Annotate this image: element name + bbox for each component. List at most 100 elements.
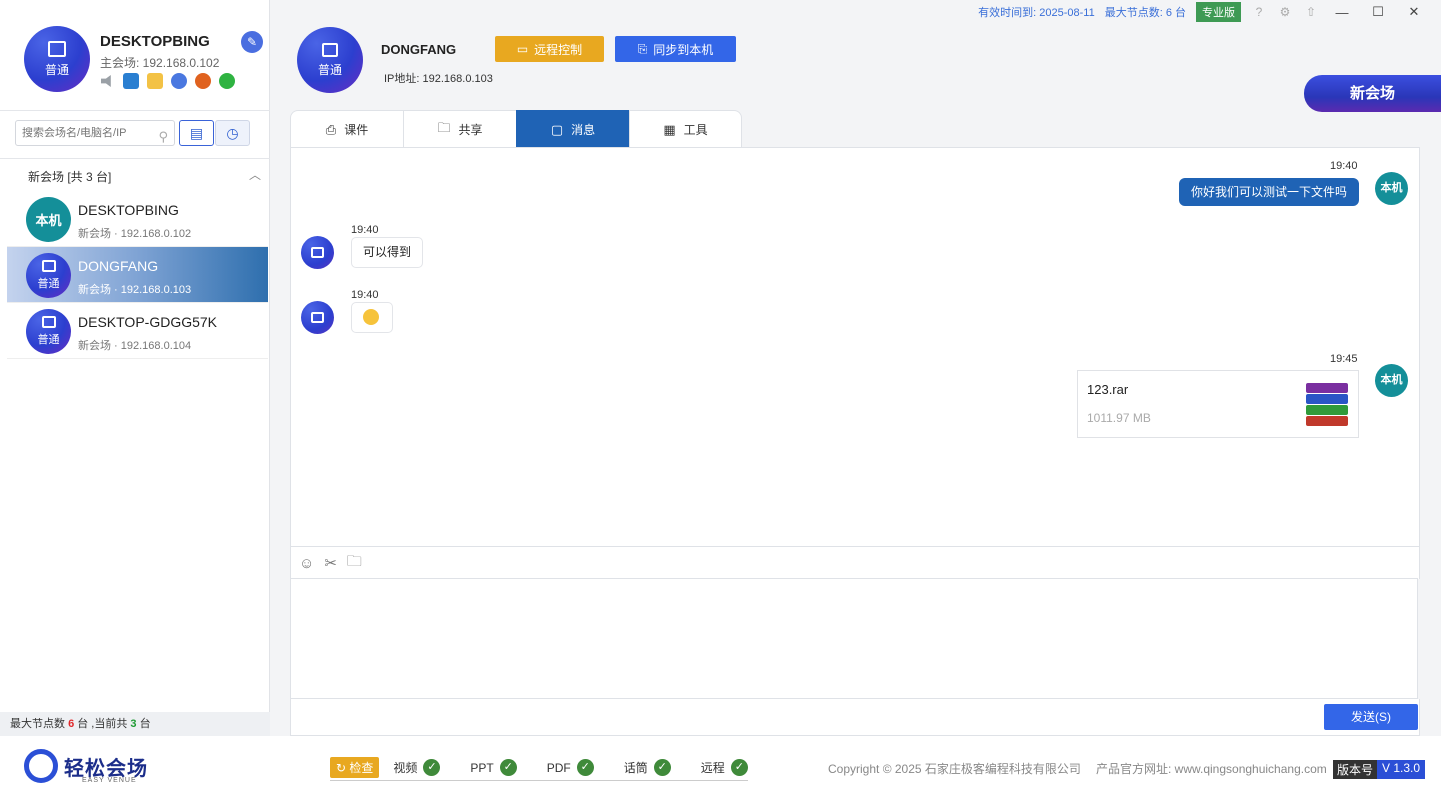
device-item[interactable]: 普通 DESKTOP-GDGG57K 新会场 · 192.168.0.104	[7, 303, 268, 359]
list-view-button[interactable]: ▤	[179, 120, 214, 146]
tab-bar: ⎙ 课件 🗀 共享 ▢ 消息 ▦ 工具	[290, 110, 742, 148]
check-item-mic: 话筒 ✓	[624, 759, 671, 776]
share-folder-icon: 🗀	[437, 119, 451, 135]
device-item[interactable]: 普通 DONGFANG 新会场 · 192.168.0.103	[7, 247, 268, 303]
self-status-icons	[101, 73, 235, 89]
message-time: 19:45	[1330, 353, 1358, 365]
list-icon	[48, 40, 66, 57]
upgrade-icon[interactable]: ⇧	[1303, 5, 1319, 19]
chrome-icon[interactable]	[171, 73, 187, 89]
device-name: DONGFANG	[78, 258, 159, 274]
tab-share[interactable]: 🗀 共享	[403, 110, 516, 148]
my-avatar: 本机	[1375, 364, 1408, 397]
message-bubble[interactable]: 你好我们可以测试一下文件吗	[1178, 178, 1359, 206]
copyright: Copyright © 2025 石家庄极客编程科技有限公司	[828, 762, 1081, 776]
history-button[interactable]: ◷	[215, 120, 250, 146]
help-icon[interactable]: ?	[1251, 5, 1267, 19]
self-main-session: 主会场: 192.168.0.102	[100, 56, 220, 70]
peer-ip: IP地址: 192.168.0.103	[384, 73, 493, 85]
message-input-box[interactable]	[290, 578, 1418, 699]
sync-file-icon: ⎘	[637, 41, 648, 56]
version-badge: 版本号 V 1.3.0	[1333, 760, 1426, 779]
check-item-video: 视频 ✓	[393, 759, 441, 776]
minimize-button[interactable]: —	[1329, 5, 1355, 20]
check-bar: ↻ 检查 视频 ✓ PPT ✓ PDF ✓ 话筒 ✓ 远程 ✓	[330, 757, 748, 781]
tab-courseware[interactable]: ⎙ 课件	[290, 110, 403, 148]
footer: 轻松会场 EASY VENUE ↻ 检查 视频 ✓ PPT ✓ PDF ✓ 话筒 ✓ 远…	[0, 736, 1441, 806]
list-icon	[311, 312, 324, 323]
my-avatar: 本机	[1375, 172, 1408, 205]
file-card[interactable]: 123.rar 1011.97 MB	[1077, 370, 1359, 438]
chat-area[interactable]: 19:40 你好我们可以测试一下文件吗 本机 19:40 可以得到 19:40 …	[290, 147, 1420, 547]
search-box[interactable]: ⚲	[15, 120, 175, 146]
left-panel: 普通 DESKTOPBING 主会场: 192.168.0.102 ✎ ⚲ ▤ …	[0, 0, 270, 736]
divider	[0, 158, 270, 159]
group-title: 新会场 [共 3 台]	[28, 170, 112, 184]
file-name: 123.rar	[1087, 382, 1129, 397]
file-size: 1011.97 MB	[1087, 411, 1151, 425]
monitor-icon: ▭	[516, 42, 529, 56]
device-name: DESKTOP-GDGG57K	[78, 314, 218, 330]
tab-messages[interactable]: ▢ 消息	[516, 110, 629, 148]
peer-avatar	[301, 236, 334, 269]
send-button[interactable]: 发送(S)	[1324, 704, 1418, 730]
message-time: 19:40	[351, 224, 379, 236]
edit-icon[interactable]: ✎	[241, 31, 263, 53]
logo-subtext: EASY VENUE	[82, 777, 137, 784]
music-icon[interactable]	[195, 73, 211, 89]
new-room-button[interactable]: 新会场	[1304, 75, 1441, 112]
scissors-icon[interactable]: ✂	[324, 554, 337, 572]
device-sub: 新会场 · 192.168.0.102	[78, 228, 192, 240]
folder-icon[interactable]: 🗀	[347, 551, 362, 576]
folder-icon[interactable]	[147, 73, 163, 89]
node-count-footer: 最大节点数 6 台 ,当前共 3 台	[0, 712, 270, 736]
list-icon	[311, 247, 324, 258]
peer-avatar: 普通	[297, 27, 363, 93]
message-bubble[interactable]: 可以得到	[351, 237, 424, 268]
check-icon: ✓	[499, 759, 517, 776]
check-button[interactable]: ↻ 检查	[330, 757, 380, 778]
website-link[interactable]: 产品官方网址: www.qingsonghuichang.com	[1096, 760, 1327, 777]
edition-badge: 专业版	[1196, 2, 1241, 22]
emoji-icon	[363, 309, 379, 325]
peer-avatar	[301, 301, 334, 334]
message-input[interactable]	[291, 579, 1417, 698]
search-icon[interactable]: ⚲	[158, 125, 168, 145]
gear-icon[interactable]: ⚙	[1277, 5, 1293, 19]
scanner-icon: ⎙	[325, 121, 337, 137]
close-button[interactable]: ✕	[1401, 4, 1427, 20]
self-name: DESKTOPBING	[100, 33, 210, 50]
input-toolbar: ☺ ✂ 🗀	[290, 547, 1420, 579]
check-item-ppt: PPT ✓	[470, 759, 517, 776]
screen-icon[interactable]	[123, 73, 139, 89]
check-icon: ✓	[423, 759, 441, 776]
device-item[interactable]: 本机 DESKTOPBING 新会场 · 192.168.0.102	[7, 191, 268, 247]
tab-tools[interactable]: ▦ 工具	[629, 110, 742, 148]
wechat-icon[interactable]	[219, 73, 235, 89]
list-icon	[41, 316, 56, 328]
check-icon: ✓	[653, 759, 671, 776]
self-role: 普通	[44, 62, 69, 77]
device-name: DESKTOPBING	[78, 202, 179, 218]
list-icon	[41, 260, 56, 272]
sync-to-local-button[interactable]: ⎘ 同步到本机	[615, 36, 736, 62]
remote-control-button[interactable]: ▭ 远程控制	[495, 36, 604, 62]
list-icon	[322, 42, 338, 57]
speaker-muted-icon[interactable]	[101, 75, 111, 87]
app-logo: 轻松会场 EASY VENUE	[24, 749, 148, 784]
divider	[0, 110, 270, 111]
check-item-remote: 远程 ✓	[701, 759, 748, 776]
title-bar: 有效时间到: 2025-08-11 最大节点数: 6 台 专业版 ? ⚙ ⇧ —…	[978, 0, 1441, 24]
message-time: 19:40	[1330, 160, 1358, 172]
device-avatar: 普通	[26, 253, 71, 298]
send-row: 发送(S)	[290, 699, 1420, 736]
device-avatar: 普通	[26, 309, 71, 354]
device-sub: 新会场 · 192.168.0.103	[78, 284, 192, 296]
expiry-text: 有效时间到: 2025-08-11	[978, 7, 1095, 19]
emoji-bubble[interactable]	[351, 302, 393, 333]
rar-archive-icon	[1306, 383, 1348, 426]
emoji-icon[interactable]: ☺	[299, 555, 314, 572]
search-input[interactable]	[22, 127, 150, 139]
chevron-up-icon[interactable]: ︿	[249, 166, 261, 183]
maximize-button[interactable]: ☐	[1365, 4, 1391, 20]
